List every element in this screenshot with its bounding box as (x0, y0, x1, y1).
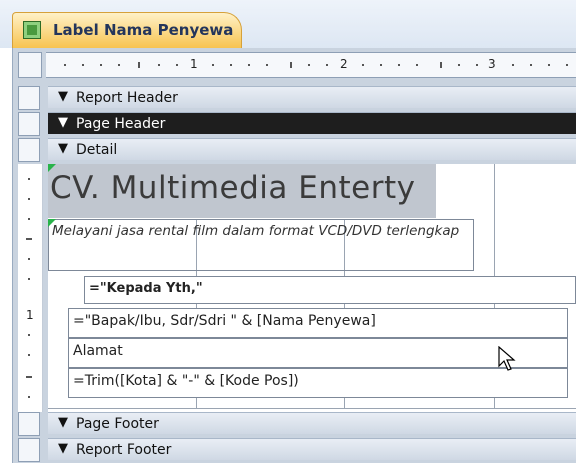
section-selector-detail[interactable] (18, 138, 40, 162)
kepada-textbox[interactable]: ="Kepada Yth," (84, 276, 576, 304)
mouse-cursor-icon (498, 346, 516, 371)
section-bar-report-header[interactable]: ▼ Report Header (48, 86, 576, 108)
section-label: Page Footer (76, 416, 159, 432)
section-arrow-icon: ▼ (58, 89, 68, 104)
report-icon (23, 21, 41, 39)
section-label: Report Footer (76, 442, 172, 458)
section-selector-report-footer[interactable] (18, 438, 40, 462)
report-selector[interactable] (18, 52, 42, 78)
section-label: Report Header (76, 90, 178, 106)
kota-kodepos-textbox[interactable]: =Trim([Kota] & "-" & [Kode Pos]) (68, 368, 568, 398)
section-selector-report-header[interactable] (18, 86, 40, 110)
section-arrow-icon: ▼ (58, 141, 68, 156)
section-selector-page-footer[interactable] (18, 412, 40, 436)
document-tab[interactable]: Label Nama Penyewa (12, 12, 242, 49)
section-selector-page-header[interactable] (18, 112, 40, 136)
section-label: Detail (76, 142, 118, 158)
section-label: Page Header (76, 116, 166, 132)
ruler-mark-1: 1 (190, 57, 198, 71)
section-bar-detail[interactable]: ▼ Detail (48, 138, 576, 160)
nama-penyewa-textbox[interactable]: ="Bapak/Ibu, Sdr/Sdri " & [Nama Penyewa] (68, 308, 568, 338)
section-bar-report-footer[interactable]: ▼ Report Footer (48, 438, 576, 460)
ruler-mark-3: 3 (488, 57, 496, 71)
section-arrow-icon: ▼ (58, 415, 68, 430)
section-arrow-icon: ▼ (58, 115, 68, 130)
ruler-mark-2: 2 (340, 57, 348, 71)
section-arrow-icon: ▼ (58, 441, 68, 456)
company-title-label[interactable]: CV. Multimedia Enterty (50, 170, 415, 206)
section-bar-page-footer[interactable]: ▼ Page Footer (48, 412, 576, 434)
vertical-ruler-mark-1: 1 (26, 308, 34, 322)
vertical-ruler[interactable]: 1 (18, 164, 43, 412)
tab-label: Label Nama Penyewa (53, 21, 234, 39)
section-bar-page-header[interactable]: ▼ Page Header (48, 112, 576, 134)
subtitle-label[interactable]: Melayani jasa rental film dalam format V… (52, 222, 470, 241)
alamat-textbox[interactable]: Alamat (68, 338, 568, 368)
horizontal-ruler[interactable]: 1 2 3 (46, 52, 576, 78)
